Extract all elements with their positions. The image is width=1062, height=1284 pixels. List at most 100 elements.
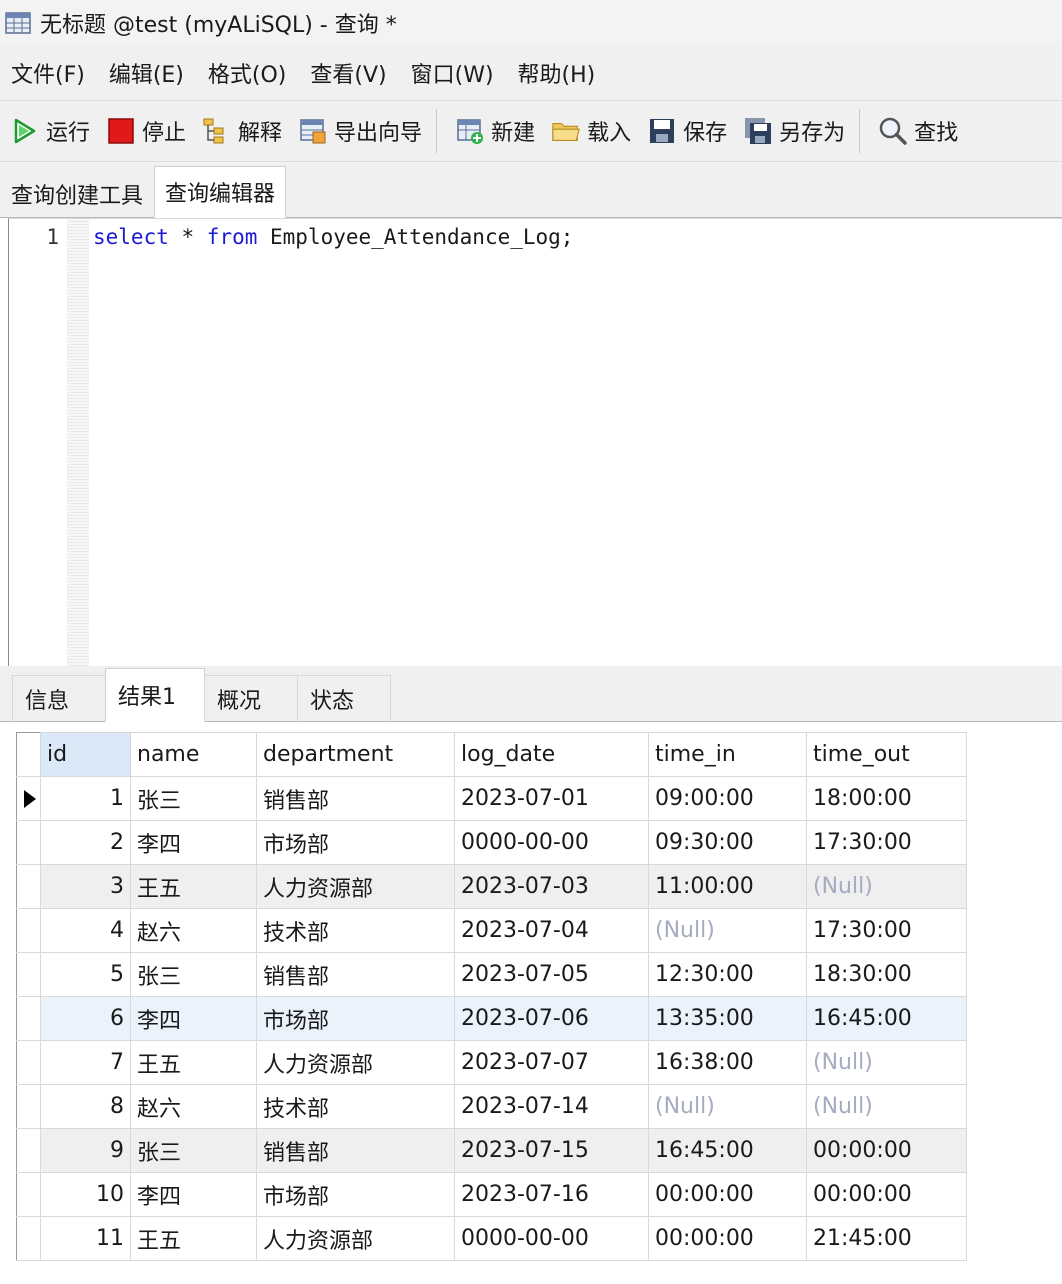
grid-cell-name[interactable]: 王五	[130, 1040, 257, 1085]
row-selector[interactable]	[16, 776, 41, 821]
grid-cell-log-date[interactable]: 2023-07-01	[454, 776, 649, 821]
menu-window[interactable]: 窗口(W)	[399, 57, 506, 89]
menu-format[interactable]: 格式(O)	[196, 57, 298, 89]
save-button[interactable]: 保存	[641, 111, 733, 151]
grid-cell-id[interactable]: 9	[40, 1128, 131, 1173]
grid-cell-id[interactable]: 7	[40, 1040, 131, 1085]
tab-query-builder[interactable]: 查询创建工具	[0, 171, 154, 217]
grid-cell-time-in[interactable]: 16:45:00	[648, 1128, 807, 1173]
grid-cell-time-out[interactable]: 17:30:00	[806, 820, 967, 865]
grid-cell-id[interactable]: 3	[40, 864, 131, 909]
grid-cell-name[interactable]: 王五	[130, 864, 257, 909]
column-header[interactable]: id	[40, 732, 131, 777]
menu-help[interactable]: 帮助(H)	[506, 57, 608, 89]
table-row[interactable]: 4 赵六 技术部 2023-07-04 (Null) 17:30:00	[16, 908, 967, 953]
grid-cell-time-in[interactable]: 13:35:00	[648, 996, 807, 1041]
grid-cell-log-date[interactable]: 2023-07-07	[454, 1040, 649, 1085]
grid-cell-department[interactable]: 销售部	[256, 776, 455, 821]
grid-cell-department[interactable]: 人力资源部	[256, 1216, 455, 1261]
save-as-button[interactable]: 另存为	[737, 111, 851, 151]
grid-cell-name[interactable]: 李四	[130, 820, 257, 865]
row-selector[interactable]	[16, 1216, 41, 1261]
grid-cell-name[interactable]: 张三	[130, 952, 257, 997]
grid-cell-time-out[interactable]: 18:30:00	[806, 952, 967, 997]
grid-cell-id[interactable]: 1	[40, 776, 131, 821]
menu-view[interactable]: 查看(V)	[298, 57, 398, 89]
row-selector[interactable]	[16, 952, 41, 997]
grid-cell-time-in[interactable]: (Null)	[648, 1084, 807, 1129]
grid-cell-department[interactable]: 市场部	[256, 820, 455, 865]
grid-cell-time-out[interactable]: (Null)	[806, 1040, 967, 1085]
tab-result1[interactable]: 结果1	[105, 668, 205, 722]
grid-cell-id[interactable]: 8	[40, 1084, 131, 1129]
grid-cell-time-in[interactable]: 00:00:00	[648, 1172, 807, 1217]
grid-cell-id[interactable]: 10	[40, 1172, 131, 1217]
column-header[interactable]: time_in	[648, 732, 807, 777]
grid-cell-time-in[interactable]: 16:38:00	[648, 1040, 807, 1085]
table-row[interactable]: 2 李四 市场部 0000-00-00 09:30:00 17:30:00	[16, 820, 967, 865]
table-row[interactable]: 5 张三 销售部 2023-07-05 12:30:00 18:30:00	[16, 952, 967, 997]
column-header[interactable]: name	[130, 732, 257, 777]
grid-cell-time-out[interactable]: 16:45:00	[806, 996, 967, 1041]
grid-cell-time-out[interactable]: 18:00:00	[806, 776, 967, 821]
grid-cell-department[interactable]: 技术部	[256, 1084, 455, 1129]
row-selector[interactable]	[16, 1084, 41, 1129]
grid-cell-id[interactable]: 5	[40, 952, 131, 997]
column-header[interactable]: department	[256, 732, 455, 777]
column-header[interactable]: time_out	[806, 732, 967, 777]
new-query-button[interactable]: 新建	[449, 111, 541, 151]
menu-edit[interactable]: 编辑(E)	[97, 57, 196, 89]
run-button[interactable]: 运行	[4, 111, 96, 151]
row-selector[interactable]	[16, 864, 41, 909]
grid-cell-department[interactable]: 销售部	[256, 1128, 455, 1173]
grid-cell-id[interactable]: 4	[40, 908, 131, 953]
table-row[interactable]: 1 张三 销售部 2023-07-01 09:00:00 18:00:00	[16, 776, 967, 821]
grid-cell-time-in[interactable]: 12:30:00	[648, 952, 807, 997]
menu-file[interactable]: 文件(F)	[0, 57, 97, 89]
grid-cell-time-in[interactable]: 11:00:00	[648, 864, 807, 909]
table-row[interactable]: 7 王五 人力资源部 2023-07-07 16:38:00 (Null)	[16, 1040, 967, 1085]
grid-cell-department[interactable]: 人力资源部	[256, 1040, 455, 1085]
row-selector[interactable]	[16, 1128, 41, 1173]
table-row[interactable]: 8 赵六 技术部 2023-07-14 (Null) (Null)	[16, 1084, 967, 1129]
grid-cell-time-out[interactable]: 21:45:00	[806, 1216, 967, 1261]
grid-cell-time-in[interactable]: 00:00:00	[648, 1216, 807, 1261]
table-row[interactable]: 3 王五 人力资源部 2023-07-03 11:00:00 (Null)	[16, 864, 967, 909]
grid-cell-name[interactable]: 王五	[130, 1216, 257, 1261]
grid-cell-time-out[interactable]: 00:00:00	[806, 1128, 967, 1173]
grid-cell-log-date[interactable]: 0000-00-00	[454, 1216, 649, 1261]
column-header[interactable]: log_date	[454, 732, 649, 777]
table-row[interactable]: 10 李四 市场部 2023-07-16 00:00:00 00:00:00	[16, 1172, 967, 1217]
grid-cell-id[interactable]: 6	[40, 996, 131, 1041]
find-button[interactable]: 查找	[872, 111, 964, 151]
grid-cell-log-date[interactable]: 2023-07-06	[454, 996, 649, 1041]
tab-profile[interactable]: 概况	[204, 675, 298, 721]
stop-button[interactable]: 停止	[100, 111, 192, 151]
row-selector[interactable]	[16, 1172, 41, 1217]
grid-cell-department[interactable]: 销售部	[256, 952, 455, 997]
grid-cell-time-out[interactable]: 17:30:00	[806, 908, 967, 953]
export-wizard-button[interactable]: 导出向导	[292, 111, 428, 151]
explain-button[interactable]: 解释	[196, 111, 288, 151]
grid-cell-log-date[interactable]: 2023-07-04	[454, 908, 649, 953]
row-selector[interactable]	[16, 820, 41, 865]
grid-cell-time-out[interactable]: 00:00:00	[806, 1172, 967, 1217]
grid-cell-name[interactable]: 李四	[130, 996, 257, 1041]
grid-cell-name[interactable]: 赵六	[130, 908, 257, 953]
grid-cell-time-in[interactable]: (Null)	[648, 908, 807, 953]
load-button[interactable]: 载入	[545, 111, 637, 151]
grid-cell-log-date[interactable]: 0000-00-00	[454, 820, 649, 865]
grid-cell-id[interactable]: 2	[40, 820, 131, 865]
grid-cell-log-date[interactable]: 2023-07-16	[454, 1172, 649, 1217]
sql-code-line[interactable]: select * from Employee_Attendance_Log;	[93, 225, 573, 249]
tab-query-editor[interactable]: 查询编辑器	[154, 166, 287, 218]
grid-cell-log-date[interactable]: 2023-07-14	[454, 1084, 649, 1129]
grid-cell-id[interactable]: 11	[40, 1216, 131, 1261]
grid-cell-log-date[interactable]: 2023-07-15	[454, 1128, 649, 1173]
sql-editor[interactable]: 1 select * from Employee_Attendance_Log;	[8, 218, 1062, 666]
tab-status[interactable]: 状态	[297, 675, 391, 721]
grid-cell-time-in[interactable]: 09:00:00	[648, 776, 807, 821]
table-row[interactable]: 6 李四 市场部 2023-07-06 13:35:00 16:45:00	[16, 996, 967, 1041]
row-selector[interactable]	[16, 996, 41, 1041]
tab-info[interactable]: 信息	[12, 675, 106, 721]
